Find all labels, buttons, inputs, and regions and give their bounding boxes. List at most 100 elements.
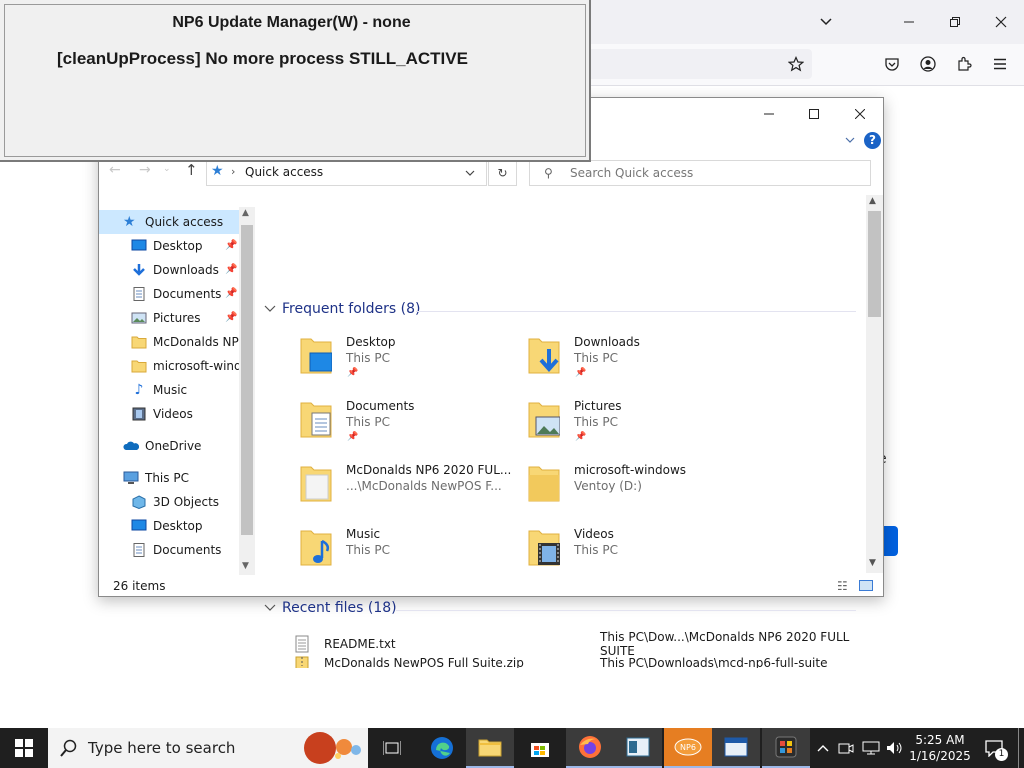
extensions-icon[interactable] — [949, 49, 979, 79]
windows-logo-icon — [15, 739, 33, 757]
show-hidden-icons-chevron-icon[interactable] — [814, 728, 832, 768]
search-highlight-planets-icon — [304, 732, 361, 764]
expand-ribbon-chevron-icon[interactable] — [843, 133, 857, 147]
show-desktop-button[interactable] — [1018, 728, 1019, 768]
recent-locations-chevron-icon[interactable]: ⌄ — [163, 164, 171, 174]
taskbar-np6-app[interactable]: NP6 — [664, 728, 712, 768]
taskbar-edge[interactable] — [418, 728, 466, 768]
meet-now-camera-icon[interactable] — [836, 728, 856, 768]
search-input[interactable]: ⚲ Search Quick access — [529, 160, 871, 186]
frequent-folders-header[interactable]: Frequent folders (8) — [264, 301, 421, 317]
folder-tile-documents[interactable]: Documents This PC 📌 — [300, 399, 520, 455]
scrollbar-thumb[interactable] — [868, 211, 881, 317]
breadcrumb[interactable]: Quick access — [245, 165, 323, 179]
nav-item-quick-access[interactable]: ★ Quick access — [123, 211, 223, 233]
nav-item-desktop[interactable]: Desktop — [131, 235, 203, 257]
collapse-chevron-icon — [264, 305, 276, 312]
nav-item-microsoft-windows[interactable]: microsoft-windo — [131, 355, 249, 377]
this-pc-icon — [123, 471, 139, 485]
maximize-icon[interactable] — [802, 104, 826, 124]
scroll-up-arrow-icon[interactable]: ▲ — [242, 208, 249, 218]
nav-item-music[interactable]: ♪ Music — [131, 379, 188, 401]
large-icons-view-icon[interactable] — [859, 580, 873, 591]
nav-item-documents[interactable]: Documents — [131, 283, 221, 305]
taskbar-file-explorer[interactable] — [466, 728, 514, 768]
app-menu-icon[interactable] — [985, 49, 1015, 79]
scroll-down-arrow-icon[interactable]: ▼ — [869, 558, 876, 568]
clock-date: 1/16/2025 — [909, 749, 971, 763]
nav-item-onedrive[interactable]: OneDrive — [123, 435, 201, 457]
task-view-button[interactable] — [368, 728, 416, 768]
group-divider — [416, 311, 856, 312]
folder-tile-pictures[interactable]: Pictures This PC 📌 — [528, 399, 748, 455]
address-bar[interactable]: ★ › Quick access — [206, 160, 487, 186]
taskbar-search-placeholder: Type here to search — [88, 739, 236, 757]
desktop-icon — [131, 239, 147, 253]
nav-item-3d-objects[interactable]: 3D Objects — [131, 491, 219, 513]
folder-icon — [528, 466, 560, 502]
taskbar-firefox[interactable] — [566, 728, 614, 768]
firefox-url-bar[interactable] — [560, 49, 812, 79]
refresh-button[interactable]: ↻ — [488, 160, 517, 186]
quick-access-star-icon: ★ — [211, 163, 224, 179]
nav-item-mcdonalds-np6[interactable]: McDonalds NP6 — [131, 331, 246, 353]
network-icon[interactable] — [860, 728, 882, 768]
up-arrow-icon[interactable]: ↑ — [185, 161, 198, 179]
recent-file-row[interactable]: README.txt This PC\Dow...\McDonalds NP6 … — [294, 630, 864, 658]
update-manager-icon — [724, 737, 748, 757]
recent-files-header[interactable]: Recent files (18) — [264, 600, 397, 616]
downloads-folder-icon — [528, 338, 560, 374]
folder-tile-mcdonalds-np6[interactable]: McDonalds NP6 2020 FUL... ...\McDonalds … — [300, 463, 520, 519]
taskbar-app-tool[interactable] — [762, 728, 810, 768]
scroll-down-arrow-icon[interactable]: ▼ — [242, 561, 249, 571]
notification-center-button[interactable]: 1 — [980, 728, 1008, 768]
list-all-tabs-chevron-icon[interactable] — [811, 7, 841, 37]
nav-item-pc-desktop[interactable]: Desktop — [131, 515, 203, 537]
bookmark-star-icon[interactable] — [781, 49, 811, 79]
content-scrollbar[interactable]: ▲ ▼ — [866, 195, 883, 573]
clock[interactable]: 5:25 AM 1/16/2025 — [908, 728, 972, 768]
store-icon — [531, 743, 549, 757]
navigation-pane: ★ Quick access Desktop 📌 Downloads 📌 Doc… — [99, 207, 255, 575]
nav-item-pictures[interactable]: Pictures — [131, 307, 201, 329]
help-icon[interactable]: ? — [864, 132, 881, 149]
start-button[interactable] — [0, 728, 48, 768]
nav-item-pc-documents[interactable]: Documents — [131, 539, 221, 561]
taskbar-np6-update-manager[interactable] — [712, 728, 760, 768]
taskbar-search-box[interactable]: Type here to search — [48, 728, 368, 768]
group-divider — [396, 610, 856, 611]
minimize-icon[interactable] — [894, 7, 924, 37]
nav-item-downloads[interactable]: Downloads — [131, 259, 219, 281]
scroll-up-arrow-icon[interactable]: ▲ — [869, 196, 876, 206]
pin-icon: 📌 — [575, 432, 587, 442]
search-icon: ⚲ — [544, 166, 553, 180]
breadcrumb-separator-icon: › — [231, 165, 236, 178]
app-window-icon — [626, 737, 650, 757]
forward-arrow-icon[interactable]: → — [139, 162, 151, 178]
scrollbar-thumb[interactable] — [241, 225, 253, 535]
minimize-icon[interactable] — [757, 104, 781, 124]
nav-item-videos[interactable]: Videos — [131, 403, 193, 425]
folder-tile-desktop[interactable]: Desktop This PC 📌 — [300, 335, 520, 391]
folder-tile-microsoft-windows[interactable]: microsoft-windows Ventoy (D:) — [528, 463, 748, 519]
navigation-scrollbar[interactable]: ▲ ▼ — [239, 207, 255, 575]
nav-item-this-pc[interactable]: This PC — [123, 467, 189, 489]
firefox-icon — [579, 736, 601, 758]
close-icon[interactable] — [986, 7, 1016, 37]
recent-file-row[interactable]: McDonalds NewPOS Full Suite.zip This PC\… — [294, 656, 864, 668]
back-arrow-icon[interactable]: ← — [109, 162, 121, 178]
account-icon[interactable] — [913, 49, 943, 79]
collapse-chevron-icon — [264, 604, 276, 611]
taskbar-app-window[interactable] — [614, 728, 662, 768]
restore-icon[interactable] — [940, 7, 970, 37]
close-icon[interactable] — [848, 104, 872, 124]
volume-icon[interactable] — [884, 728, 906, 768]
taskbar-microsoft-store[interactable] — [516, 728, 564, 768]
music-folder-icon — [300, 530, 332, 566]
details-view-icon[interactable]: ☷ — [837, 575, 848, 597]
pocket-icon[interactable] — [877, 49, 907, 79]
address-history-chevron-icon[interactable] — [465, 166, 475, 180]
folder-tile-downloads[interactable]: Downloads This PC 📌 — [528, 335, 748, 391]
refresh-icon: ↻ — [497, 166, 508, 180]
videos-icon — [131, 407, 147, 421]
